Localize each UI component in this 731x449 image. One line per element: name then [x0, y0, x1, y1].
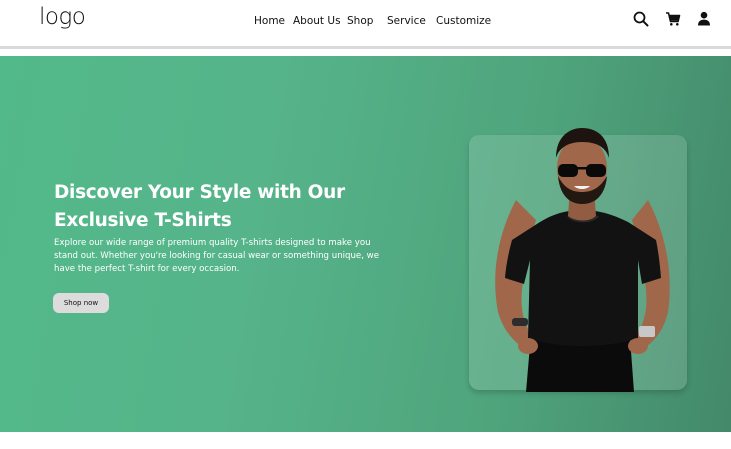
- hero-title: Discover Your Style with Our Exclusive T…: [54, 182, 345, 231]
- nav-service[interactable]: Service: [387, 15, 426, 27]
- search-icon[interactable]: [632, 10, 650, 28]
- nav-customize[interactable]: Customize: [436, 15, 491, 27]
- nav-about-us[interactable]: About Us: [293, 15, 341, 27]
- header-divider: [0, 46, 731, 49]
- model-photo: [495, 128, 670, 392]
- hero-banner: Discover Your Style with Our Exclusive T…: [0, 56, 731, 432]
- page-footer-strip: [0, 432, 731, 449]
- nav-home[interactable]: Home: [254, 15, 285, 27]
- shop-now-button[interactable]: Shop now: [53, 293, 109, 313]
- cart-icon[interactable]: [664, 10, 682, 28]
- user-icon[interactable]: [695, 10, 713, 28]
- site-header: logo Home About Us Shop Service Customiz…: [0, 0, 731, 46]
- hero-description: Explore our wide range of premium qualit…: [54, 238, 379, 274]
- logo[interactable]: logo: [39, 4, 86, 30]
- nav-shop[interactable]: Shop: [347, 15, 373, 27]
